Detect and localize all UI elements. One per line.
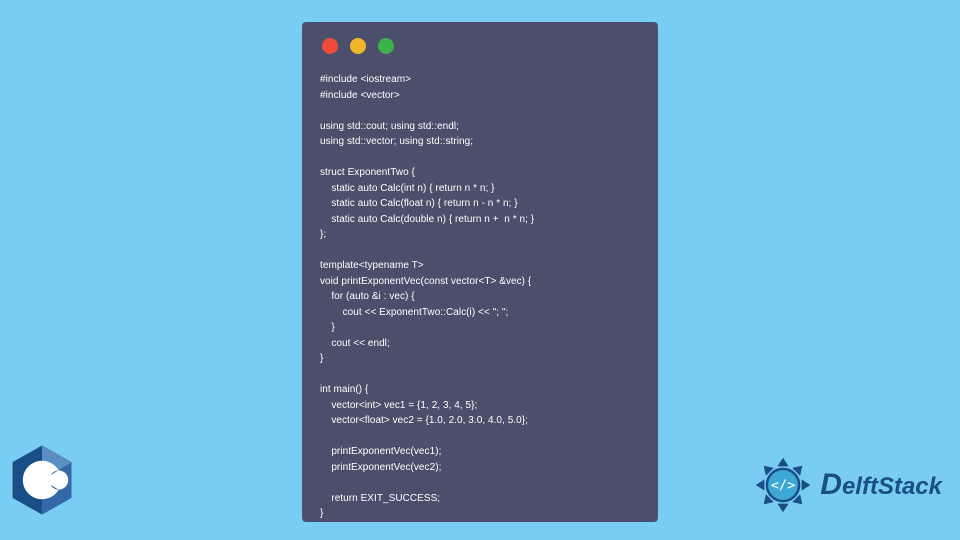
maximize-icon: [378, 38, 394, 54]
brand-logo: </> DelftStack: [752, 454, 942, 516]
brand-name: DelftStack: [820, 468, 942, 502]
minimize-icon: [350, 38, 366, 54]
cpp-logo-icon: [10, 444, 74, 516]
window-controls: [320, 38, 640, 54]
code-window: #include <iostream> #include <vector> us…: [302, 22, 658, 522]
code-block: #include <iostream> #include <vector> us…: [320, 72, 640, 522]
svg-text:</>: </>: [771, 477, 796, 493]
delftstack-icon: </>: [752, 454, 814, 516]
brand-rest: elftStack: [842, 473, 942, 501]
close-icon: [322, 38, 338, 54]
brand-initial: D: [820, 468, 842, 502]
